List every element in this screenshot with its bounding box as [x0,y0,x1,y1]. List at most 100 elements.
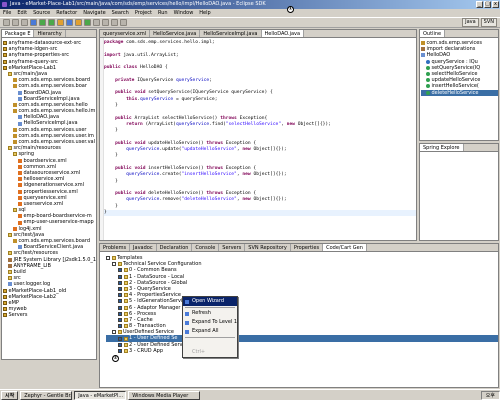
checkbox-icon[interactable] [118,317,122,322]
code-area[interactable]: package com.sds.emp.services.hello.impl;… [104,40,331,216]
folder-icon [8,276,12,281]
start-button[interactable]: 시작 [1,390,19,400]
menu-window[interactable]: Window [174,9,194,17]
run-icon[interactable] [48,19,55,26]
taskbar-task-zephyr[interactable]: Zephyr - Gentle Br... [20,390,73,400]
close-button[interactable]: x [492,1,499,8]
tab-problems[interactable]: Problems [100,244,131,251]
file-icon [18,96,22,101]
tab-svn-repository[interactable]: SVN Repository [245,244,291,251]
context-menu: Open Wizard Refresh Expand To Level 1 Ex… [182,296,238,358]
tab-hellodao-java[interactable]: HelloDAO.java [261,30,305,37]
checkbox-icon[interactable] [118,324,122,329]
checkbox-icon[interactable] [118,336,122,341]
folder-icon [123,305,128,310]
folder-icon [123,287,128,292]
tab-spring-explorer[interactable]: Spring Explore [420,144,464,151]
outline-item[interactable]: deleteHelloService [421,89,498,96]
checkbox-icon[interactable] [118,293,122,298]
folder-icon [117,330,122,335]
tab-javadoc[interactable]: Javadoc [130,244,157,251]
pkg-icon [13,140,17,145]
search-icon[interactable] [102,19,109,26]
meth-icon [426,65,430,70]
package-tree-item[interactable]: Servers [3,312,96,318]
menu-expand-all[interactable]: Expand All [183,327,237,336]
checkbox-icon[interactable] [118,305,122,310]
menu-help[interactable]: Help [199,9,210,17]
back-icon[interactable] [111,19,118,26]
jar-icon [8,263,12,268]
tab-queryservice-xml[interactable]: queryservice.xml [100,30,151,37]
server-icon[interactable] [30,19,37,26]
forward-icon[interactable] [120,19,127,26]
external-tools-icon[interactable] [57,19,64,26]
meth-icon [426,90,430,95]
system-clock: 오후 [480,390,500,400]
checkbox-icon[interactable] [118,280,122,285]
new-java-project-icon[interactable] [66,19,73,26]
folder-icon [123,274,128,279]
menu-run[interactable]: Run [158,9,168,17]
meth-icon [426,72,430,77]
taskbar-task-media-player[interactable]: Windows Media Player [128,390,201,400]
package-tree-item-label: Servers [8,312,28,319]
checkbox-icon[interactable] [118,342,122,347]
folder-icon [123,311,128,316]
save-icon[interactable] [12,19,19,26]
outline-tabbar: Outline [420,30,498,38]
folder-icon [123,342,128,347]
checkbox-icon[interactable] [118,287,122,292]
open-type-icon[interactable] [93,19,100,26]
menu-disabled-item-1 [183,339,237,348]
perspective-svn[interactable]: SVN [480,18,497,27]
xml-icon [18,189,22,194]
editor-pane: queryservice.xml HelloService.java Hello… [99,29,417,241]
tab-package-explorer[interactable]: Package E [2,30,35,37]
print-icon[interactable] [21,19,28,26]
taskbar-task-eclipse[interactable]: Java - eMarketPl... [74,390,127,400]
tab-helloservice-java[interactable]: HelloService.java [150,30,201,37]
folder-icon [8,270,12,275]
menu-search[interactable]: Search [112,9,129,17]
proj-icon [3,294,7,299]
checkbox-icon[interactable] [106,256,110,261]
pkg-icon [421,41,425,46]
outline-tree: com.sds.emp.services import declarations H… [421,40,498,96]
tab-code-cart-gen[interactable]: Code/Cart Gen [323,244,367,251]
tab-outline[interactable]: Outline [420,30,446,37]
maximize-button[interactable]: □ [484,1,491,8]
menu-edit[interactable]: Edit [17,9,27,17]
new-package-icon[interactable] [75,19,82,26]
menu-expand-level-1[interactable]: Expand To Level 1 [183,318,237,327]
perspective-java[interactable]: Java [462,18,479,27]
checkbox-icon[interactable] [118,274,122,279]
new-icon[interactable] [3,19,10,26]
menu-open-wizard[interactable]: Open Wizard [183,297,237,306]
menu-file[interactable]: File [3,9,11,17]
tab-helloserviceimpl-java[interactable]: HelloServiceImpl.java [200,30,262,37]
menu-project[interactable]: Project [135,9,152,17]
minimize-button[interactable]: _ [476,1,483,8]
tab-console[interactable]: Console [192,244,220,251]
debug-icon[interactable] [39,19,46,26]
annotation-two: ② [112,355,119,362]
checkbox-icon[interactable] [118,299,122,304]
menu-refresh[interactable]: Refresh [183,309,237,318]
checkbox-icon[interactable] [112,330,116,335]
menu-source[interactable]: Source [33,9,50,17]
template-item[interactable]: 3 - CRUD App [106,348,498,354]
tab-servers[interactable]: Servers [219,244,246,251]
checkbox-icon[interactable] [118,311,122,316]
menu-navigate[interactable]: Navigate [83,9,105,17]
new-class-icon[interactable] [84,19,91,26]
tab-properties[interactable]: Properties [291,244,324,251]
checkbox-icon[interactable] [118,268,122,273]
folder-icon [8,232,12,237]
menu-refactor[interactable]: Refactor [56,9,77,17]
tab-hierarchy[interactable]: Hierarchy [34,30,66,37]
checkbox-icon[interactable] [112,262,116,267]
tab-declaration[interactable]: Declaration [157,244,193,251]
proj-icon [3,59,7,64]
checkbox-icon[interactable] [118,348,122,353]
